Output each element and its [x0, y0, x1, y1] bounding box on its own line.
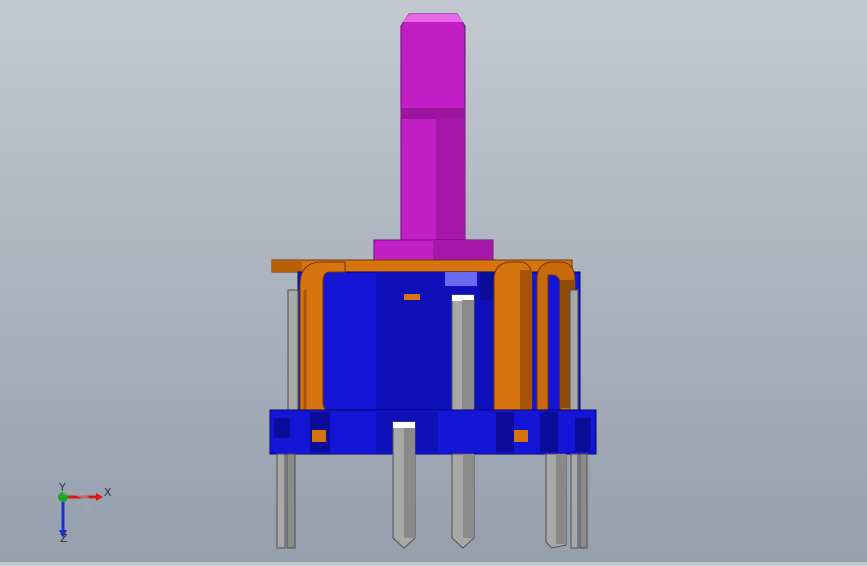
- model-canvas[interactable]: X Y Z: [0, 0, 867, 562]
- z-axis-label: Z: [60, 532, 68, 545]
- right-side-pin-upper[interactable]: [569, 289, 579, 411]
- cad-viewport[interactable]: X Y Z: [0, 0, 867, 562]
- x-axis-label: X: [104, 486, 112, 499]
- right-terminal-strap-1[interactable]: [493, 261, 533, 413]
- wiper-pin-upper[interactable]: [451, 294, 475, 411]
- y-axis-label: Y: [58, 481, 66, 494]
- shaft[interactable]: [373, 13, 494, 261]
- pin-terminal-2[interactable]: [451, 453, 475, 549]
- coordinate-triad: X Y Z: [58, 481, 112, 545]
- pin-terminal-3[interactable]: [545, 453, 567, 549]
- pin-right-pair[interactable]: [570, 453, 588, 549]
- pin-terminal-1[interactable]: [392, 421, 416, 549]
- pin-left-pair[interactable]: [276, 453, 296, 549]
- base[interactable]: [269, 409, 597, 455]
- left-side-pin-upper[interactable]: [287, 289, 299, 411]
